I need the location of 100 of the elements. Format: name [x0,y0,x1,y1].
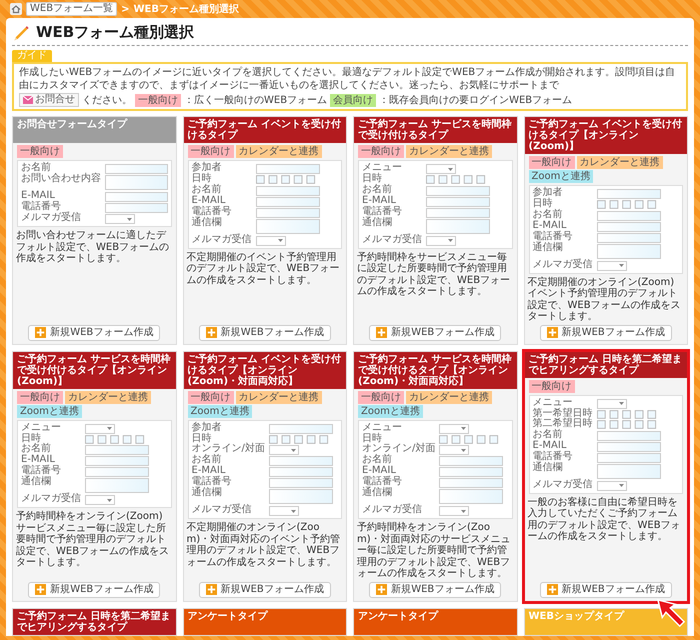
plus-icon [546,584,558,595]
tag: カレンダーと連携 [65,390,151,404]
caret-icon [448,168,453,170]
caret-icon [290,510,296,512]
field-label: 日時 [192,434,212,444]
caret-icon [107,498,112,502]
tag: 一般向け [528,380,574,392]
card-description: 予約時間枠をオンライン(Zoom)・対面両対応のサービスメニュー毎に設定した所要時間で予約管理用のデフォルト設定で、WEBフォームの作成をスタートします。 [357,522,512,580]
field-label: 通信欄 [192,488,222,500]
card-header: ご予約フォーム 日時を第二希望までヒアリングするタイプ [524,352,687,378]
guide-label: ガイド [12,50,52,62]
caret-icon [461,427,466,430]
tag: カレンダーと連携 [576,156,662,169]
breadcrumb-current: WEBフォーム種別選択 [133,2,239,16]
field-label: お問い合わせ内容 [21,174,101,186]
field-label: 電話番号 [192,477,232,487]
card-header: アンケートタイプ [354,608,516,634]
field-label: メニュー [532,398,574,408]
field-label: 電話番号 [362,206,403,216]
guide-text: ください。 [82,94,132,106]
field-label: 通信欄 [532,462,562,474]
contact-button[interactable]: お問合せ [19,93,79,107]
text-field-preview [426,186,490,196]
field-label: 日時 [21,434,41,444]
field-label: E-MAIL [532,220,568,230]
field-label: 電話番号 [532,452,574,462]
text-field-preview [256,208,320,218]
caret-icon [618,402,624,405]
new-form-button[interactable]: 新規WEBフォーム作成 [198,582,331,598]
datetime-fields-preview [85,434,147,444]
field-label: E-MAIL [21,455,56,465]
textarea-preview [439,489,504,504]
legend-text: ：広く一般向けのWEBフォーム [184,94,328,106]
field-label: オンライン/対面 [362,444,436,454]
tag: 一般向け [135,94,181,106]
text-field-preview [256,186,320,196]
plus-icon [35,327,46,338]
card-header: お問合せフォームタイプ [13,117,176,143]
field-label: 通信欄 [21,477,52,489]
card-description: 一般のお客様に自由に希望日時を入力していただくご予約フォーム用のデフォルト設定で、WEBフォームの作成をスタートします。 [528,496,682,544]
card-description: 不定期開催のイベント予約管理用のデフォルト設定で、WEBフォームの作成をスタートします。 [186,252,341,288]
guide-text: 作成したいWEBフォームのイメージに近いタイプを選択してください。最適なデフォルト設定でWEBフォーム作成が開始されます。設問項目は自由にカスタマイズできますので、まずはイメージに一番近いものを選択してください。迷ったら、お気軽にサポートまで [19,66,676,92]
new-form-button[interactable]: 新規WEBフォーム作成 [540,582,672,598]
field-label: お名前 [192,184,222,196]
card-description: 不定期開催のオンライン(Zoom)イベント予約管理用のデフォルト設定で、WEBフォームの作成をスタートします。 [528,276,682,322]
field-label: 電話番号 [532,232,574,242]
tag: 一般向け [528,156,574,169]
tag: Zoomと連携 [17,404,82,418]
new-form-button[interactable]: 新規WEBフォーム作成 [198,324,331,340]
textarea-preview [596,244,660,258]
field-label: 日時 [362,174,383,184]
plus-icon [376,584,388,595]
new-form-button[interactable]: 新規WEBフォーム作成 [28,582,160,598]
field-label: 通信欄 [362,488,393,500]
field-label: お名前 [21,444,52,454]
field-label: お名前 [362,455,393,466]
field-label: 電話番号 [362,477,403,487]
textarea-preview [85,478,149,493]
field-label: メルマガ受信 [192,505,252,516]
caret-icon [618,264,624,267]
field-label: お名前 [532,430,564,440]
field-label: 日時 [532,199,554,209]
card-header: ご予約フォーム 日時を第二希望までヒアリングするタイプ [13,608,176,634]
new-form-button[interactable]: 新規WEBフォーム作成 [369,582,502,598]
field-label: E-MAIL [362,196,397,206]
datetime-fields-preview [256,175,318,184]
field-label: 参加者 [192,422,222,432]
field-label: メニュー [21,422,62,432]
text-field-preview [426,196,490,206]
text-field-preview [85,456,149,466]
field-label: 日時 [192,174,212,184]
tag: 一般向け [358,390,404,404]
datetime-fields-preview [596,420,658,429]
home-icon[interactable] [10,3,22,15]
field-label: 電話番号 [21,466,62,476]
field-label: メルマガ受信 [21,213,82,224]
text-field-preview [268,467,333,477]
breadcrumb-separator: > [121,4,130,14]
text-field-preview [268,478,333,488]
tag: 一般向け [358,145,404,158]
field-label: メルマガ受信 [532,260,592,270]
new-form-button[interactable]: 新規WEBフォーム作成 [540,324,672,340]
text-field-preview [426,208,490,218]
datetime-fields-preview [268,434,331,444]
breadcrumb-link[interactable]: WEBフォーム一覧 [26,2,118,16]
caret-icon [461,448,466,452]
text-field-preview [596,222,660,232]
text-field-preview [596,452,660,462]
tag: 一般向け [188,145,234,158]
new-form-button[interactable]: 新規WEBフォーム作成 [28,324,160,340]
tag: Zoomと連携 [188,404,252,418]
textarea-preview [596,464,660,478]
textarea-preview [105,175,168,190]
plus-icon [206,584,217,595]
card-header: ご予約フォーム イベントを受け付けるタイプ【オンライン(Zoom)】 [524,117,687,154]
envelope-icon [23,96,33,104]
text-field-preview [596,189,660,199]
new-form-button[interactable]: 新規WEBフォーム作成 [369,324,502,340]
card-description: 予約時間枠をオンライン(Zoom)サービスメニュー毎に設定した所要時間で予約管理用のデフォルト設定で、WEBフォームの作成をスタートします。 [16,511,170,570]
field-label: E-MAIL [21,191,56,201]
